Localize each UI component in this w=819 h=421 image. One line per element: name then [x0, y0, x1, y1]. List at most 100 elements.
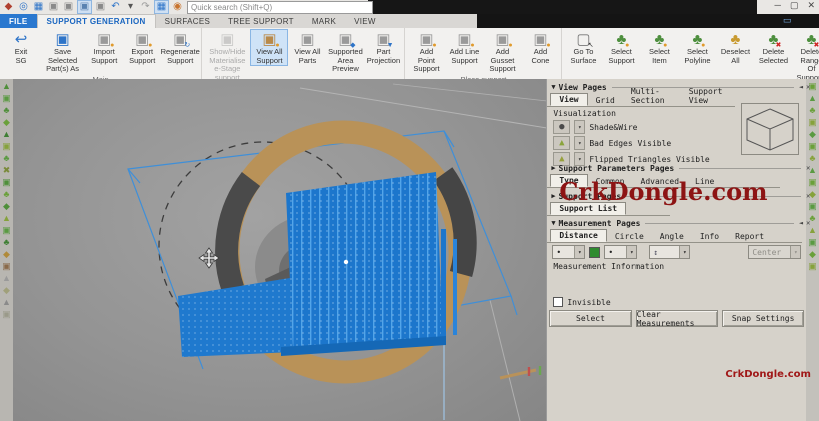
view-all-support-button[interactable]: ▣● View All Support — [250, 29, 288, 66]
mesh-tool-icon[interactable]: ◆ — [3, 117, 10, 128]
collapsed-triangle-icon[interactable]: ▶ — [551, 192, 555, 200]
tab-type[interactable]: Type — [550, 174, 587, 187]
tab-support-view[interactable]: Support View — [681, 86, 736, 106]
tab-file[interactable]: FILE — [0, 14, 37, 28]
center-dropdown[interactable]: Center▾ — [748, 245, 801, 259]
mesh-tool-icon[interactable]: ▣ — [808, 237, 817, 248]
tab-surfaces[interactable]: SURFACES — [156, 14, 220, 28]
tab-info[interactable]: Info — [692, 231, 727, 242]
import-part-icon[interactable]: ▣ — [47, 1, 60, 13]
mesh-tool-icon[interactable]: ▣ — [2, 261, 11, 272]
view-all-parts-button[interactable]: ▣ View All Parts — [288, 29, 326, 66]
shade-wire-icon[interactable]: ● — [553, 120, 570, 134]
quick-search-input[interactable] — [187, 1, 373, 14]
fit-view-icon[interactable]: ▦ — [154, 0, 169, 14]
mesh-tool-icon[interactable]: ✖ — [3, 165, 11, 176]
point-mode-dropdown-2[interactable]: •▾ — [604, 245, 637, 259]
app-icon[interactable]: ◆ — [2, 1, 15, 13]
mesh-tool-icon[interactable]: ◆ — [3, 249, 10, 260]
show-hide-estage-button[interactable]: ▣ Show/Hide Materialise e-Stage support — [204, 29, 250, 84]
export-support-button[interactable]: ▣● Export Support — [123, 29, 161, 66]
export-part-icon[interactable]: ▣ — [62, 1, 75, 13]
save-icon[interactable]: ▦ — [32, 1, 45, 13]
tab-grid[interactable]: Grid — [588, 95, 623, 106]
redo-icon[interactable]: ↷ — [139, 1, 152, 13]
collapse-triangle-icon[interactable]: ▼ — [551, 219, 555, 227]
dock-arrow-icon[interactable]: ◄ — [799, 219, 803, 227]
select-item-button[interactable]: ♣● Select Item — [640, 29, 678, 66]
invisible-checkbox[interactable] — [553, 297, 563, 307]
tab-report[interactable]: Report — [727, 231, 772, 242]
tab-mark[interactable]: MARK — [303, 14, 345, 28]
close-panel-icon[interactable]: ✕ — [806, 192, 810, 200]
select-button[interactable]: Select — [549, 310, 631, 327]
mesh-tool-icon[interactable]: ▣ — [808, 177, 817, 188]
minimize-icon[interactable]: ─ — [775, 0, 781, 11]
mesh-tool-icon[interactable]: ▲ — [2, 81, 11, 92]
tab-support-list[interactable]: Support List — [550, 202, 626, 215]
ribbon-options-icon[interactable]: ▭ — [783, 15, 792, 26]
support-pages-header[interactable]: ▶ Support Pages ✕ — [547, 191, 814, 201]
mesh-tool-icon[interactable]: ◆ — [3, 285, 10, 296]
tab-advanced[interactable]: Advanced — [633, 176, 688, 187]
tab-distance[interactable]: Distance — [550, 229, 607, 242]
color-swatch[interactable] — [589, 247, 600, 258]
add-gusset-support-button[interactable]: ▣● Add Gusset Support — [483, 29, 521, 75]
mesh-tool-icon[interactable]: ▣ — [2, 93, 11, 104]
viewport-3d[interactable] — [13, 79, 546, 421]
mesh-tool-icon[interactable]: ♣ — [4, 105, 10, 116]
mesh-tool-icon[interactable]: ▲ — [808, 93, 817, 104]
mesh-tool-icon[interactable]: ♣ — [4, 189, 10, 200]
tab-tree-support[interactable]: TREE SUPPORT — [219, 14, 303, 28]
import-support-button[interactable]: ▣● Import Support — [85, 29, 123, 66]
tab-common[interactable]: Common — [588, 176, 633, 187]
close-icon[interactable]: ✕ — [807, 0, 815, 11]
mesh-tool-icon[interactable]: ▲ — [2, 273, 11, 284]
regenerate-support-button[interactable]: ▣↻ Regenerate Support — [161, 29, 199, 66]
mesh-tool-icon[interactable]: ◆ — [809, 249, 816, 260]
shade-wire-dropdown-icon[interactable]: ▾ — [574, 120, 585, 134]
copy-part-icon[interactable]: ▣ — [77, 0, 92, 14]
tab-view[interactable]: VIEW — [345, 14, 385, 28]
select-support-button[interactable]: ♣● Select Support — [602, 29, 640, 66]
mesh-tool-icon[interactable]: ♣ — [4, 237, 10, 248]
mesh-tool-icon[interactable]: ▣ — [808, 201, 817, 212]
tab-support-generation[interactable]: SUPPORT GENERATION — [37, 14, 156, 28]
close-panel-icon[interactable]: ✕ — [806, 219, 810, 227]
tab-angle[interactable]: Angle — [652, 231, 692, 242]
add-line-support-button[interactable]: ▣● Add Line Support — [445, 29, 483, 66]
duplicate-part-icon[interactable]: ▣ — [94, 1, 107, 13]
dock-arrow-icon[interactable]: ◄ — [799, 83, 803, 91]
mesh-tool-icon[interactable]: ▣ — [2, 225, 11, 236]
mesh-tool-icon[interactable]: ▣ — [2, 177, 11, 188]
delete-selected-button[interactable]: ♣✖ Delete Selected — [754, 29, 792, 66]
select-polyline-button[interactable]: ♣● Select Polyline — [678, 29, 716, 66]
go-to-surface-button[interactable]: ▢↖ Go To Surface — [564, 29, 602, 66]
mesh-tool-icon[interactable]: ▣ — [2, 309, 11, 320]
close-panel-icon[interactable]: ✕ — [806, 83, 810, 91]
target-icon[interactable]: ◎ — [17, 1, 30, 13]
tab-view-page[interactable]: View — [550, 93, 587, 106]
tab-line[interactable]: Line — [687, 176, 722, 187]
point-mode-dropdown-1[interactable]: •▾ — [552, 245, 585, 259]
exit-sg-button[interactable]: ↩ Exit SG — [2, 29, 40, 66]
clear-measurements-button[interactable]: Clear Measurements — [636, 310, 718, 327]
tab-circle[interactable]: Circle — [607, 231, 652, 242]
add-point-support-button[interactable]: ▣● Add Point Support — [407, 29, 445, 75]
mesh-tool-icon[interactable]: ♣ — [4, 153, 10, 164]
add-cone-button[interactable]: ▣● Add Cone — [521, 29, 559, 66]
mesh-tool-icon[interactable]: ◆ — [3, 201, 10, 212]
close-panel-icon[interactable]: ✕ — [806, 164, 810, 172]
snap-settings-button[interactable]: Snap Settings — [722, 310, 804, 327]
mesh-tool-icon[interactable]: ▣ — [2, 141, 11, 152]
undo-dropdown-icon[interactable]: ▾ — [124, 1, 137, 13]
deselect-all-button[interactable]: ♣ Deselect All — [716, 29, 754, 66]
restore-icon[interactable]: ▢ — [790, 0, 799, 11]
supported-area-preview-button[interactable]: ▣◆ Supported Area Preview — [326, 29, 364, 75]
support-parameters-header[interactable]: ▶ Support Parameters Pages ✕ — [547, 163, 814, 173]
measurement-pages-header[interactable]: ▼ Measurement Pages ◄ ✕ — [547, 218, 814, 228]
bad-edges-dropdown-icon[interactable]: ▾ — [574, 136, 585, 150]
delete-range-button[interactable]: ♣✖ Delete Range Of Supports — [792, 29, 819, 84]
zoom-icon[interactable]: ◉ — [171, 1, 184, 13]
bad-edges-icon[interactable]: ▲ — [553, 136, 570, 150]
